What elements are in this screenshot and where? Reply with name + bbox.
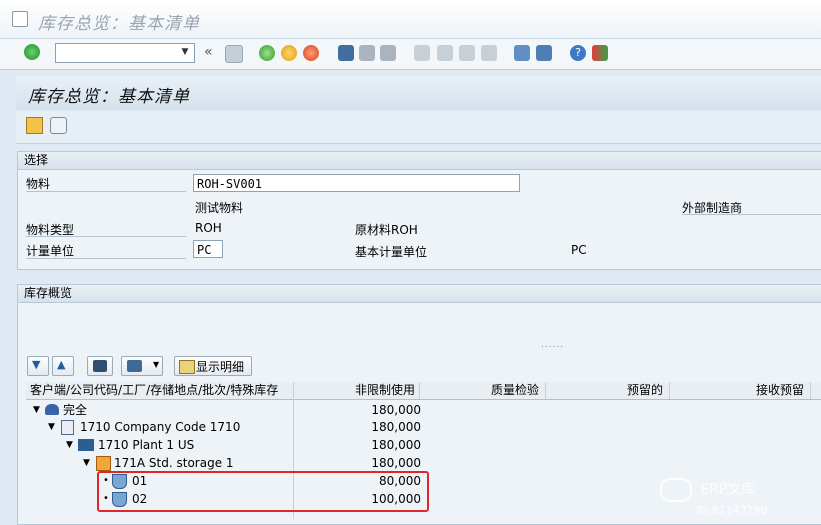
page-title: 库存总览：基本清单 xyxy=(28,87,190,107)
window-title: 库存总览：基本清单 xyxy=(38,14,200,34)
display-detail-button[interactable]: 显示明细 xyxy=(174,356,252,376)
page-header: 库存总览：基本清单 xyxy=(16,76,821,110)
title-bar: 库存总览：基本清单 xyxy=(0,0,821,39)
column-header-quality[interactable]: 质量检验 xyxy=(420,382,546,399)
printer-icon xyxy=(127,360,142,372)
unrestricted-value: 180,000 xyxy=(371,438,421,452)
company-icon xyxy=(61,420,74,435)
find-button[interactable] xyxy=(87,356,113,376)
tree-row[interactable]: ▼ 1710 Company Code 1710 180,000 xyxy=(26,418,426,436)
client-icon xyxy=(45,404,59,415)
grid-header: 客户端/公司代码/工厂/存储地点/批次/特殊库存 非限制使用 质量检验 预留的 … xyxy=(26,382,821,400)
watermark-id: ID:82143790 xyxy=(696,504,768,517)
first-page-icon[interactable] xyxy=(414,45,430,61)
uom-field[interactable]: PC xyxy=(193,240,223,258)
tree-row[interactable]: ▼ 完全 180,000 xyxy=(26,401,426,419)
tree-row[interactable]: ▼ 1710 Plant 1 US 180,000 xyxy=(26,436,426,454)
storage-icon xyxy=(96,456,111,471)
display-detail-label: 显示明细 xyxy=(196,360,245,374)
print-icon[interactable] xyxy=(338,45,354,61)
command-field[interactable] xyxy=(55,43,195,63)
splitter-handle[interactable]: ...... xyxy=(541,340,564,350)
enter-icon[interactable] xyxy=(24,44,40,60)
unrestricted-value: 180,000 xyxy=(371,420,421,434)
collapse-icon: ▲ xyxy=(57,358,66,371)
new-session-icon[interactable] xyxy=(514,45,530,61)
window-menu-icon[interactable] xyxy=(12,11,28,27)
expand-all-button[interactable]: ▼ xyxy=(27,356,49,376)
detail-icon xyxy=(179,360,195,374)
application-toolbar xyxy=(16,111,821,144)
material-description: 测试物料 xyxy=(195,201,244,215)
stock-overview-header: 库存概览 xyxy=(18,285,821,303)
material-type-label: 物料类型 xyxy=(26,221,186,237)
tree-row-label: 完全 xyxy=(63,403,88,417)
dropdown-arrow-icon: ▼ xyxy=(153,360,160,369)
help-icon[interactable]: ? xyxy=(570,45,586,61)
base-uom-value: PC xyxy=(571,243,587,257)
unrestricted-value: 180,000 xyxy=(371,456,421,470)
watermark-logo-icon xyxy=(660,478,692,502)
expand-toggle-icon[interactable]: ▼ xyxy=(33,401,40,419)
column-header-reserved[interactable]: 预留的 xyxy=(546,382,670,399)
find-icon[interactable] xyxy=(359,45,375,61)
watermark-name: ERP文库 xyxy=(700,482,756,498)
shortcut-icon[interactable] xyxy=(536,45,552,61)
prev-page-icon[interactable] xyxy=(437,45,453,61)
next-page-icon[interactable] xyxy=(459,45,475,61)
tree-row-label: 171A Std. storage 1 xyxy=(114,456,234,470)
cancel-icon[interactable] xyxy=(303,45,319,61)
watermark: ERP文库 ID:82143790 xyxy=(660,478,767,518)
uom-label: 计量单位 xyxy=(26,242,186,259)
customize-icon[interactable] xyxy=(592,45,608,61)
highlight-box xyxy=(97,471,429,512)
material-type-value: ROH xyxy=(195,221,222,235)
expand-toggle-icon[interactable]: ▼ xyxy=(83,454,90,472)
material-label: 物料 xyxy=(26,175,186,192)
binocular-icon xyxy=(93,360,107,372)
expand-toggle-icon[interactable]: ▼ xyxy=(66,436,73,454)
other-material-icon[interactable] xyxy=(26,117,43,134)
material-type-description: 原材料ROH xyxy=(355,223,418,237)
column-header-unrestricted[interactable]: 非限制使用 xyxy=(294,382,420,399)
expand-icon: ▼ xyxy=(32,358,41,371)
column-header-hierarchy[interactable]: 客户端/公司代码/工厂/存储地点/批次/特殊库存 xyxy=(26,382,294,399)
back-icon[interactable] xyxy=(259,45,275,61)
selection-header: 选择 xyxy=(18,152,821,170)
unrestricted-value: 180,000 xyxy=(371,403,421,417)
material-field[interactable]: ROH-SV001 xyxy=(193,174,520,192)
exit-icon[interactable] xyxy=(281,45,297,61)
back-double-icon[interactable]: « xyxy=(204,44,213,60)
command-dropdown-icon[interactable]: ▼ xyxy=(178,44,192,60)
tree-row[interactable]: ▼ 171A Std. storage 1 180,000 xyxy=(26,454,426,472)
print-list-button[interactable]: ▼ xyxy=(121,356,163,376)
tree-row-label: 1710 Company Code 1710 xyxy=(80,420,241,434)
manufacturer-label: 外部制造商 xyxy=(682,199,821,215)
tree-row-label: 1710 Plant 1 US xyxy=(98,438,195,452)
find-next-icon[interactable] xyxy=(380,45,396,61)
refresh-icon[interactable] xyxy=(50,117,67,134)
last-page-icon[interactable] xyxy=(481,45,497,61)
collapse-all-button[interactable]: ▲ xyxy=(52,356,74,376)
save-icon[interactable] xyxy=(225,45,243,63)
plant-icon xyxy=(78,439,94,451)
expand-toggle-icon[interactable]: ▼ xyxy=(48,418,55,436)
column-header-receipt-reserved[interactable]: 接收预留 xyxy=(670,382,811,399)
base-uom-label: 基本计量单位 xyxy=(355,245,428,259)
